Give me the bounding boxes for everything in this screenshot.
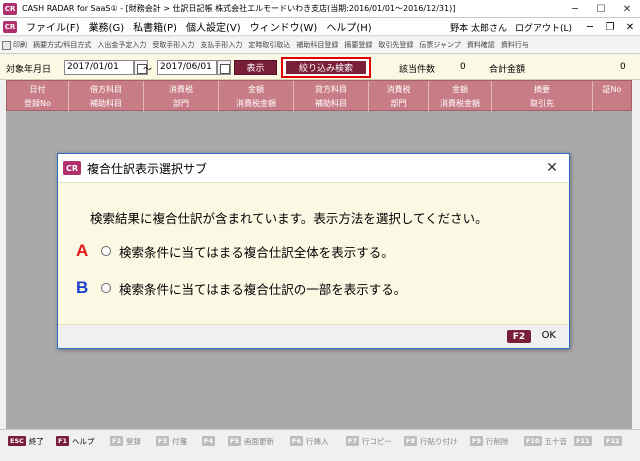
- menu-logo-icon[interactable]: CR: [3, 20, 17, 33]
- option-a-letter: A: [76, 241, 89, 260]
- menu-business[interactable]: 業務(G): [89, 19, 125, 34]
- ok-button[interactable]: OK: [542, 330, 556, 341]
- fkey-f2[interactable]: F2 登録: [110, 435, 141, 447]
- toolbar-voucher-jump[interactable]: 伝票ジャンプ: [419, 40, 460, 50]
- option-b-letter: B: [76, 278, 89, 297]
- function-key-bar: ESC 終了 F1 ヘルプ F2 登録 F3 付箋 F4 F5 画面更新 F6 行挿入 F7…: [0, 429, 640, 461]
- option-a-radio[interactable]: [101, 246, 111, 256]
- dialog-titlebar: CR 複合仕訳表示選択サブ ✕: [58, 154, 569, 182]
- total-value: 0: [620, 62, 626, 72]
- col-credit-amount[interactable]: 金額 消費税金額: [429, 81, 492, 112]
- fkey-f3[interactable]: F3 付箋: [156, 435, 187, 447]
- option-a[interactable]: A 検索条件に当てはまる複合仕訳全体を表示する。: [76, 241, 394, 261]
- window-title: CASH RADAR for SaaS① - [財務会計 > 仕訳日記帳 株式会…: [22, 4, 456, 13]
- mdi-close-icon[interactable]: ✕: [620, 22, 640, 33]
- menu-personal-settings[interactable]: 個人設定(V): [186, 19, 241, 34]
- dialog-footer: F2 OK: [58, 325, 569, 348]
- filter-search-highlight: 絞り込み検索: [281, 57, 371, 78]
- fkey-f12[interactable]: F12: [604, 435, 625, 447]
- toolbar-receivable-note[interactable]: 受取手形入力: [152, 40, 194, 50]
- fkey-f9[interactable]: F9 行削除: [470, 435, 508, 447]
- menu-bar: CR ファイル(F) 業務(G) 私書箱(P) 個人設定(V) ウィンドウ(W)…: [0, 18, 640, 36]
- count-label: 該当件数: [399, 65, 436, 75]
- col-date[interactable]: 日付 登録No: [7, 81, 69, 112]
- total-label: 合計金額: [489, 65, 526, 75]
- option-b[interactable]: B 検索条件に当てはまる複合仕訳の一部を表示する。: [76, 278, 406, 298]
- dialog-close-icon[interactable]: ✕: [543, 159, 561, 177]
- toolbar-partner[interactable]: 取引先登録: [378, 40, 413, 50]
- mdi-minimize-icon[interactable]: ─: [580, 22, 600, 33]
- dialog-logo-icon: CR: [63, 161, 81, 175]
- f2-key-badge[interactable]: F2: [507, 330, 531, 343]
- toolbar-mode[interactable]: 摘要方式/科目方式: [33, 40, 91, 50]
- toolbar-sub-account[interactable]: 補助科目登録: [296, 40, 338, 50]
- col-debit-account[interactable]: 借方科目 補助科目: [69, 81, 144, 112]
- option-a-label[interactable]: 検索条件に当てはまる複合仕訳全体を表示する。: [119, 242, 394, 261]
- fkey-f5[interactable]: F5 画面更新: [228, 435, 274, 447]
- option-b-label[interactable]: 検索条件に当てはまる複合仕訳の一部を表示する。: [119, 279, 406, 298]
- toolbar-summary[interactable]: 摘要登録: [344, 40, 372, 50]
- toolbar-payable-note[interactable]: 支払手形入力: [200, 40, 242, 50]
- count-value: 0: [460, 62, 466, 72]
- fkey-esc[interactable]: ESC 終了: [8, 435, 44, 447]
- fkey-f1[interactable]: F1 ヘルプ: [56, 435, 94, 447]
- fkey-f6[interactable]: F6 行挿入: [290, 435, 328, 447]
- col-debit-amount[interactable]: 金額 消費税金額: [219, 81, 294, 112]
- toolbar-cashflow-entry[interactable]: 入出金予定入力: [97, 40, 146, 50]
- col-credit-tax[interactable]: 消費税 部門: [369, 81, 429, 112]
- calendar-to-icon[interactable]: [217, 60, 231, 75]
- toolbar-scheduled-import[interactable]: 定時取引取込: [248, 40, 290, 50]
- fkey-f8[interactable]: F8 行貼り付け: [404, 435, 457, 447]
- date-range-separator: ～: [143, 65, 153, 75]
- dialog-message: 検索結果に複合仕訳が含まれています。表示方法を選択してください。: [90, 211, 488, 226]
- user-name: 野本 太郎さん: [450, 23, 507, 34]
- col-summary[interactable]: 摘要 取引先: [492, 81, 593, 112]
- app-logo-icon: CR: [3, 2, 17, 15]
- dialog-title: 複合仕訳表示選択サブ: [87, 161, 208, 176]
- date-to-input[interactable]: 2017/06/01: [157, 60, 217, 75]
- toolbar: 印刷 摘要方式/科目方式 入出金予定入力 受取手形入力 支払手形入力 定時取引取…: [0, 37, 640, 54]
- date-from-input[interactable]: 2017/01/01: [64, 60, 134, 75]
- window-controls: ─ ☐ ✕: [562, 0, 640, 18]
- journal-grid-header: 日付 登録No 借方科目 補助科目 消費税 部門 金額 消費税金額 貸方科目 補助科目 消…: [6, 80, 632, 112]
- period-label: 対象年月日: [6, 65, 52, 75]
- logout-menu[interactable]: ログアウト(L): [515, 21, 572, 34]
- fkey-f11[interactable]: F11: [574, 435, 595, 447]
- toolbar-doc-check[interactable]: 資料確認: [467, 40, 495, 50]
- fkey-f7[interactable]: F7 行コピー: [346, 435, 392, 447]
- col-credit-account[interactable]: 貸方科目 補助科目: [294, 81, 369, 112]
- filter-search-button[interactable]: 絞り込み検索: [286, 61, 366, 74]
- toolbar-print[interactable]: 印刷: [13, 40, 27, 50]
- menu-window[interactable]: ウィンドウ(W): [250, 19, 318, 34]
- maximize-icon[interactable]: ☐: [588, 0, 614, 18]
- col-debit-tax[interactable]: 消費税 部門: [144, 81, 219, 112]
- toolbar-doc-attach[interactable]: 資料行与: [501, 40, 529, 50]
- col-voucher-no[interactable]: 証No: [593, 81, 631, 112]
- minimize-icon[interactable]: ─: [562, 0, 588, 18]
- fkey-f10[interactable]: F10 五十音: [524, 435, 567, 447]
- title-bar: CR CASH RADAR for SaaS① - [財務会計 > 仕訳日記帳 …: [0, 0, 640, 18]
- option-b-radio[interactable]: [101, 283, 111, 293]
- search-bar: 対象年月日 2017/01/01 ～ 2017/06/01 表示 絞り込み検索 …: [0, 55, 640, 80]
- mdi-restore-icon[interactable]: ❐: [600, 22, 620, 33]
- display-button[interactable]: 表示: [234, 60, 277, 75]
- close-icon[interactable]: ✕: [614, 0, 640, 18]
- print-icon: [2, 40, 11, 50]
- menu-help[interactable]: ヘルプ(H): [326, 19, 371, 34]
- dialog-content: 検索結果に複合仕訳が含まれています。表示方法を選択してください。 A 検索条件に…: [58, 182, 569, 325]
- composite-journal-dialog: CR 複合仕訳表示選択サブ ✕ 検索結果に複合仕訳が含まれています。表示方法を選…: [57, 153, 570, 349]
- menu-mailbox[interactable]: 私書箱(P): [133, 19, 177, 34]
- fkey-f4[interactable]: F4: [202, 435, 218, 447]
- menu-file[interactable]: ファイル(F): [26, 19, 80, 34]
